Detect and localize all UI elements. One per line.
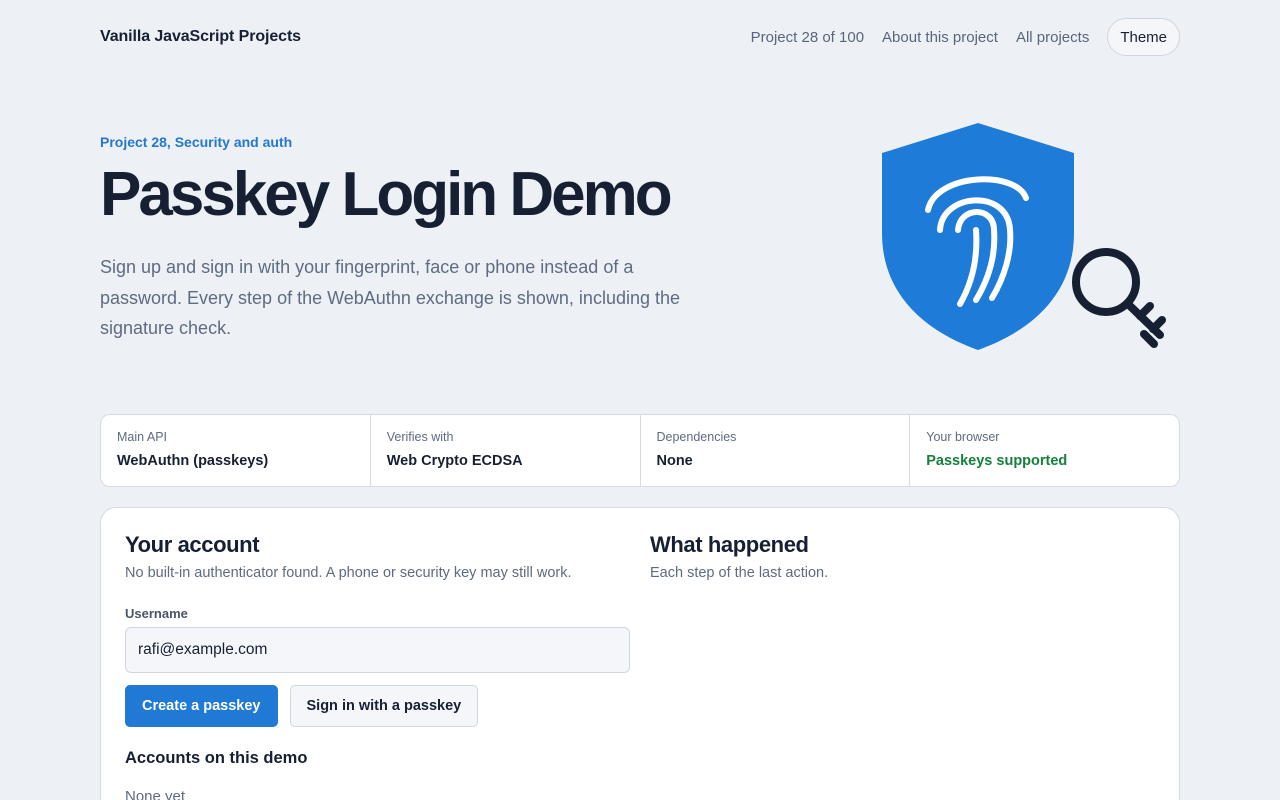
stat-dependencies: Dependencies None <box>641 415 911 486</box>
passkey-illustration <box>876 118 1176 358</box>
account-heading: Your account <box>125 532 260 557</box>
all-projects-link[interactable]: All projects <box>1016 29 1089 46</box>
demo-panel: Your account No built-in authenticator f… <box>100 507 1180 800</box>
sign-in-passkey-button[interactable]: Sign in with a passkey <box>289 685 479 727</box>
stat-label: Dependencies <box>656 430 737 444</box>
top-bar: Vanilla JavaScript Projects Project 28 o… <box>100 18 1180 56</box>
account-column: Your account No built-in authenticator f… <box>125 532 631 800</box>
stat-browser-support: Your browser Passkeys supported <box>910 415 1179 486</box>
create-passkey-button[interactable]: Create a passkey <box>125 685 278 727</box>
brand-title[interactable]: Vanilla JavaScript Projects <box>100 28 301 46</box>
page-description: Sign up and sign in with your fingerprin… <box>100 257 681 338</box>
authenticator-status: No built-in authenticator found. A phone… <box>125 565 572 581</box>
accounts-empty-state: None yet <box>125 788 186 800</box>
page-title: Passkey Login Demo <box>100 160 673 229</box>
illustration-svg <box>882 123 1166 350</box>
stat-value: WebAuthn (passkeys) <box>117 453 269 469</box>
log-column: What happened Each step of the last acti… <box>650 532 1150 581</box>
stat-label: Verifies with <box>386 430 454 444</box>
username-label: Username <box>125 606 188 621</box>
project-counter-link[interactable]: Project 28 of 100 <box>751 29 864 46</box>
stats-bar: Main API WebAuthn (passkeys) Verifies wi… <box>100 414 1180 487</box>
hero: Project 28, Security and auth Passkey Lo… <box>100 134 740 344</box>
top-nav: Project 28 of 100 About this project All… <box>751 18 1180 56</box>
project-category: Project 28, Security and auth <box>100 134 293 150</box>
stat-verifies-with: Verifies with Web Crypto ECDSA <box>371 415 641 486</box>
stat-value: None <box>656 453 693 469</box>
theme-button[interactable]: Theme <box>1107 18 1180 56</box>
stat-label: Main API <box>117 430 168 444</box>
browser-support-status: Passkeys supported <box>926 453 1068 469</box>
action-buttons: Create a passkey Sign in with a passkey <box>125 685 631 727</box>
log-subtitle: Each step of the last action. <box>650 565 829 581</box>
about-project-link[interactable]: About this project <box>882 29 998 46</box>
username-input[interactable] <box>125 627 630 673</box>
stat-main-api: Main API WebAuthn (passkeys) <box>101 415 371 486</box>
key-icon <box>1072 248 1166 348</box>
stat-value: Web Crypto ECDSA <box>386 453 523 469</box>
stat-label: Your browser <box>926 430 1000 444</box>
accounts-heading: Accounts on this demo <box>125 749 308 767</box>
log-heading: What happened <box>650 532 809 557</box>
